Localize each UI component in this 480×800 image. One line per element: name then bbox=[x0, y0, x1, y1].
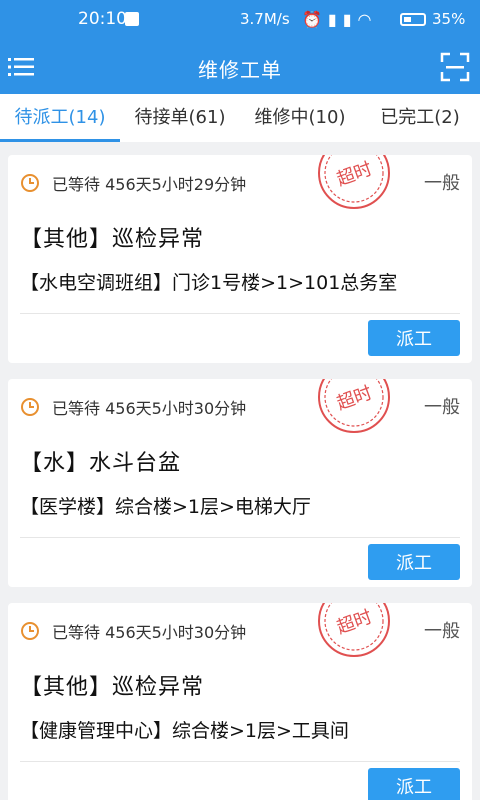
order-location: 【医学楼】综合楼>1层>电梯大厅 bbox=[20, 496, 311, 518]
overdue-stamp: 超时 bbox=[318, 155, 390, 209]
signal-icon: ▮ bbox=[342, 10, 352, 29]
battery-icon bbox=[400, 13, 426, 26]
wifi-icon: ◠ bbox=[357, 10, 372, 29]
priority-level: 一般 bbox=[424, 621, 460, 642]
dispatch-button[interactable]: 派工 bbox=[368, 768, 460, 800]
tab-in-repair[interactable]: 维修中(10) bbox=[240, 94, 360, 142]
order-location: 【健康管理中心】综合楼>1层>工具间 bbox=[20, 720, 349, 742]
priority-level: 一般 bbox=[424, 173, 460, 194]
order-category: 【其他】巡检异常 bbox=[20, 227, 205, 252]
clock-icon bbox=[21, 398, 39, 416]
app-header: 维修工单 bbox=[0, 40, 480, 94]
work-order-card[interactable]: 已等待 456天5小时30分钟 超时 一般 【水】水斗台盆 【医学楼】综合楼>1… bbox=[8, 379, 472, 587]
tab-pending-accept[interactable]: 待接单(61) bbox=[120, 94, 240, 142]
notification-icon bbox=[125, 12, 139, 26]
status-icons: ⏰ ▮ ▮ ◠ bbox=[302, 10, 372, 29]
divider bbox=[20, 537, 460, 538]
battery-percent: 35% bbox=[432, 10, 466, 28]
clock-icon bbox=[21, 174, 39, 192]
wait-time: 已等待 456天5小时30分钟 bbox=[20, 619, 246, 643]
alarm-icon: ⏰ bbox=[302, 10, 322, 29]
tab-pending-dispatch[interactable]: 待派工(14) bbox=[0, 94, 120, 142]
status-time: 20:10 bbox=[78, 9, 127, 29]
stamp-text: 超时 bbox=[334, 382, 375, 414]
page-title: 维修工单 bbox=[198, 58, 282, 82]
stamp-text: 超时 bbox=[334, 158, 375, 190]
signal-icon: ▮ bbox=[327, 10, 337, 29]
divider bbox=[20, 761, 460, 762]
dispatch-button[interactable]: 派工 bbox=[368, 544, 460, 580]
overdue-stamp: 超时 bbox=[318, 379, 390, 433]
wait-time-text: 已等待 456天5小时29分钟 bbox=[52, 175, 247, 194]
order-location: 【水电空调班组】门诊1号楼>1>101总务室 bbox=[20, 272, 398, 294]
status-bar: 20:10 3.7M/s ⏰ ▮ ▮ ◠ 35% bbox=[0, 0, 480, 40]
network-speed: 3.7M/s bbox=[240, 10, 290, 28]
wait-time-text: 已等待 456天5小时30分钟 bbox=[52, 623, 247, 642]
tab-completed[interactable]: 已完工(2) bbox=[360, 94, 480, 142]
wait-time-text: 已等待 456天5小时30分钟 bbox=[52, 399, 247, 418]
wait-time: 已等待 456天5小时29分钟 bbox=[20, 171, 246, 195]
status-tabs: 待派工(14) 待接单(61) 维修中(10) 已完工(2) bbox=[0, 94, 480, 142]
order-category: 【水】水斗台盆 bbox=[20, 451, 182, 476]
work-order-card[interactable]: 已等待 456天5小时30分钟 超时 一般 【其他】巡检异常 【健康管理中心】综… bbox=[8, 603, 472, 800]
clock-icon bbox=[21, 622, 39, 640]
dispatch-button[interactable]: 派工 bbox=[368, 320, 460, 356]
divider bbox=[20, 313, 460, 314]
order-category: 【其他】巡检异常 bbox=[20, 675, 205, 700]
overdue-stamp: 超时 bbox=[318, 603, 390, 657]
stamp-text: 超时 bbox=[334, 606, 375, 638]
priority-level: 一般 bbox=[424, 397, 460, 418]
work-order-card[interactable]: 已等待 456天5小时29分钟 超时 一般 【其他】巡检异常 【水电空调班组】门… bbox=[8, 155, 472, 363]
scan-icon[interactable] bbox=[440, 52, 470, 82]
wait-time: 已等待 456天5小时30分钟 bbox=[20, 395, 246, 419]
